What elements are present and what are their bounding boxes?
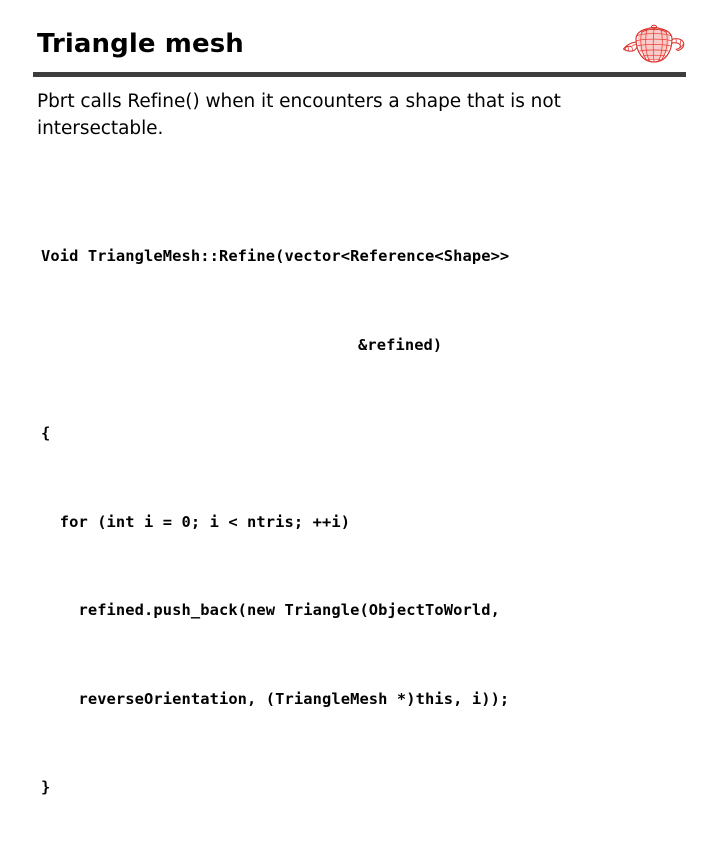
title-divider-rule: [33, 72, 686, 77]
code-block: Void TriangleMesh::Refine(vector<Referen…: [41, 183, 706, 862]
page-title: Triangle mesh: [37, 29, 244, 59]
code-line: reverseOrientation, (TriangleMesh *)this…: [41, 689, 510, 708]
code-line: Void TriangleMesh::Refine(vector<Referen…: [41, 247, 510, 265]
paragraph-text-before-code: Pbrt calls: [37, 91, 128, 112]
teapot-icon: [622, 24, 685, 63]
body-paragraph: Pbrt calls Refine() when it encounters a…: [37, 88, 677, 142]
slide-header: Triangle mesh: [0, 0, 720, 78]
slide-canvas: Triangle mesh Pbrt calls Refine() when i…: [0, 0, 720, 796]
code-line: refined.push_back(new Triangle(ObjectToW…: [41, 601, 500, 619]
utah-teapot-wireframe-logo: [620, 18, 688, 70]
inline-code-refine: Refine(): [127, 91, 200, 112]
code-line: {: [41, 424, 51, 442]
code-line: &refined): [358, 335, 443, 354]
code-line: }: [41, 778, 51, 796]
code-line: for (int i = 0; i < ntris; ++i): [41, 512, 351, 531]
